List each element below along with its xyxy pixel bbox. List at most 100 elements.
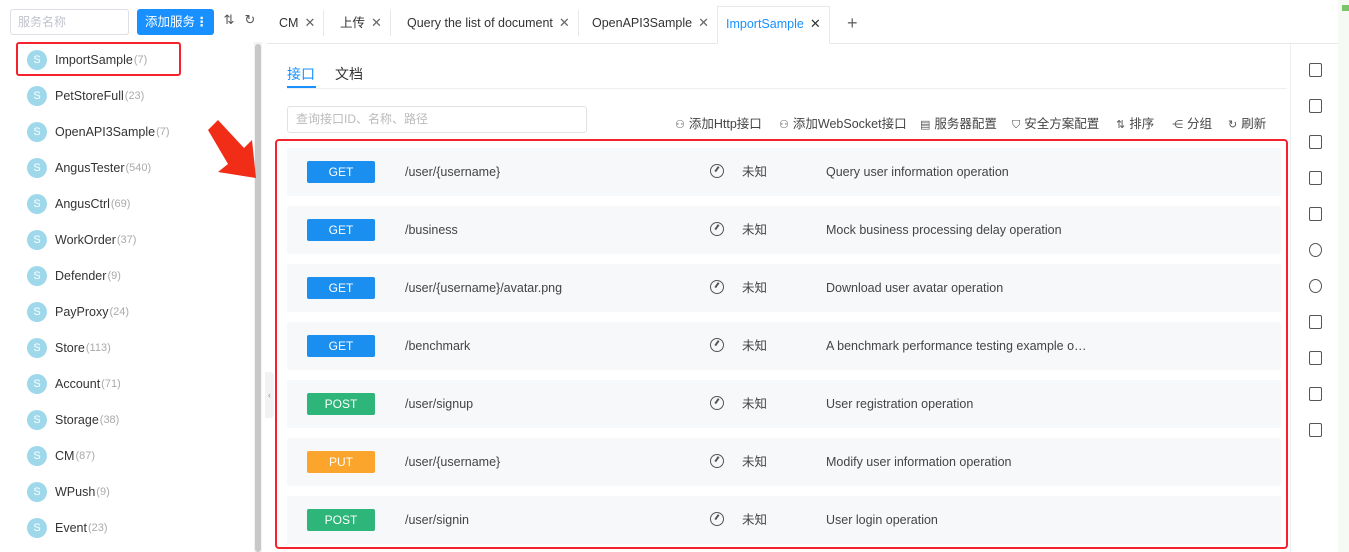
tab-openapi3sample[interactable]: OpenAPI3Sample ✕ (584, 10, 718, 36)
refresh-icon[interactable]: ↻ (242, 12, 258, 30)
service-name: WorkOrder (55, 233, 116, 247)
service-list: S ImportSample (7) S PetStoreFull (23) S OpenAP… (17, 42, 247, 546)
service-name: OpenAPI3Sample (55, 125, 156, 139)
group-button[interactable]: ⋲ 分组 (1172, 113, 1212, 132)
close-icon[interactable]: ✕ (698, 15, 709, 30)
service-search-input[interactable]: 服务名称 (10, 9, 129, 35)
http-icon: ⚇ (675, 119, 685, 131)
add-service-button[interactable]: 添加服务 ⋮ (137, 9, 214, 35)
close-icon[interactable]: ✕ (810, 16, 821, 31)
service-avatar: S (27, 482, 47, 502)
tab-query-documents[interactable]: Query the list of document ✕ (399, 10, 579, 36)
clock-icon[interactable] (1309, 279, 1322, 293)
add-service-label: 添加服务 (145, 15, 196, 29)
service-avatar: S (27, 518, 47, 538)
service-avatar: S (27, 410, 47, 430)
mock-icon[interactable] (1309, 423, 1322, 437)
group-icon: ⋲ (1172, 119, 1183, 131)
security-scheme-button[interactable]: ⛉ 安全方案配置 (1012, 113, 1099, 132)
refresh-button[interactable]: ↻ 刷新 (1228, 113, 1266, 132)
service-count: (38) (99, 414, 120, 426)
action-label: 排序 (1129, 117, 1155, 131)
service-item[interactable]: S PetStoreFull (23) (17, 78, 247, 114)
service-item[interactable]: S Defender (9) (17, 258, 247, 294)
close-icon[interactable]: ✕ (304, 15, 315, 30)
more-icon[interactable]: ⋮ (196, 9, 209, 35)
service-item[interactable]: S Account (71) (17, 366, 247, 402)
subtab-interfaces[interactable]: 接口 (287, 64, 315, 84)
tab-upload[interactable]: 上传 ✕ (332, 10, 391, 36)
service-name: CM (55, 449, 75, 463)
tab-importsample[interactable]: ImportSample ✕ (717, 6, 830, 44)
service-count: (9) (96, 486, 110, 498)
server-config-button[interactable]: ▤ 服务器配置 (920, 113, 997, 132)
collapse-sidebar-handle[interactable]: ‹ (265, 372, 274, 418)
service-avatar: S (27, 86, 47, 106)
service-item[interactable]: S AngusCtrl (69) (17, 186, 247, 222)
service-count: (9) (107, 270, 121, 282)
app: 服务名称 添加服务 ⋮ ⇅ ↻ S ImportSample (7) S PetStor… (0, 0, 1349, 552)
close-icon[interactable]: ✕ (559, 15, 570, 30)
action-label: 刷新 (1241, 117, 1267, 131)
tab-label: CM (279, 16, 299, 30)
action-label: 添加Http接口 (688, 117, 762, 131)
sort-icon: ⇅ (1116, 119, 1126, 131)
refresh-icon: ↻ (1228, 119, 1238, 131)
service-item[interactable]: S CM (87) (17, 438, 247, 474)
sort-icon[interactable]: ⇅ (221, 12, 237, 30)
service-name: Defender (55, 269, 107, 283)
service-count: (540) (125, 162, 152, 174)
service-count: (87) (75, 450, 96, 462)
service-item[interactable]: S Store (113) (17, 330, 247, 366)
tab-label: 上传 (340, 16, 366, 30)
service-count: (24) (109, 306, 130, 318)
bookmark-icon[interactable] (1309, 351, 1322, 365)
service-avatar: S (27, 374, 47, 394)
service-avatar: S (27, 194, 47, 214)
service-count: (37) (116, 234, 137, 246)
edge-marker (1342, 5, 1349, 11)
subtab-docs[interactable]: 文档 (335, 64, 363, 84)
close-icon[interactable]: ✕ (371, 15, 382, 30)
service-avatar: S (27, 230, 47, 250)
service-sidebar: 服务名称 添加服务 ⋮ ⇅ ↻ S ImportSample (7) S PetStor… (0, 0, 265, 552)
sort-button[interactable]: ⇅ 排序 (1116, 113, 1154, 132)
add-websocket-api-button[interactable]: ⚇ 添加WebSocket接口 (779, 113, 907, 132)
service-count: (23) (124, 90, 145, 102)
document-icon[interactable] (1309, 63, 1322, 77)
apps-icon[interactable] (1309, 135, 1322, 149)
action-label: 添加WebSocket接口 (792, 117, 907, 131)
add-tab-icon[interactable]: + (847, 10, 858, 36)
api-search-input[interactable]: 查询接口ID、名称、路径 (287, 106, 587, 133)
service-count: (23) (87, 522, 108, 534)
service-avatar: S (27, 446, 47, 466)
service-count: (71) (101, 378, 121, 390)
book-icon[interactable] (1309, 99, 1322, 113)
target-icon[interactable] (1309, 243, 1322, 257)
action-label: 服务器配置 (934, 117, 997, 131)
service-avatar: S (27, 158, 47, 178)
add-http-api-button[interactable]: ⚇ 添加Http接口 (675, 113, 762, 132)
server-icon[interactable] (1309, 207, 1322, 221)
tab-cm[interactable]: CM ✕ (271, 10, 325, 36)
tab-label: Query the list of document (407, 16, 553, 30)
service-name: WPush (55, 485, 96, 499)
puzzle-icon[interactable] (1309, 387, 1322, 401)
shield-icon: ⛉ (1012, 119, 1021, 131)
service-item[interactable]: S WorkOrder (37) (17, 222, 247, 258)
tab-label: OpenAPI3Sample (592, 16, 693, 30)
window-edge (1338, 0, 1349, 552)
service-item[interactable]: S WPush (9) (17, 474, 247, 510)
service-item[interactable]: S Storage (38) (17, 402, 247, 438)
service-avatar: S (27, 122, 47, 142)
service-item[interactable]: S Event (23) (17, 510, 247, 546)
service-item[interactable]: S PayProxy (24) (17, 294, 247, 330)
service-name: AngusTester (55, 161, 125, 175)
service-count: (113) (85, 342, 111, 354)
code-icon[interactable] (1309, 315, 1322, 329)
service-name: Store (55, 341, 85, 355)
service-name: Account (55, 377, 101, 391)
shield-icon[interactable] (1309, 171, 1322, 185)
service-avatar: S (27, 266, 47, 286)
action-label: 分组 (1187, 117, 1213, 131)
